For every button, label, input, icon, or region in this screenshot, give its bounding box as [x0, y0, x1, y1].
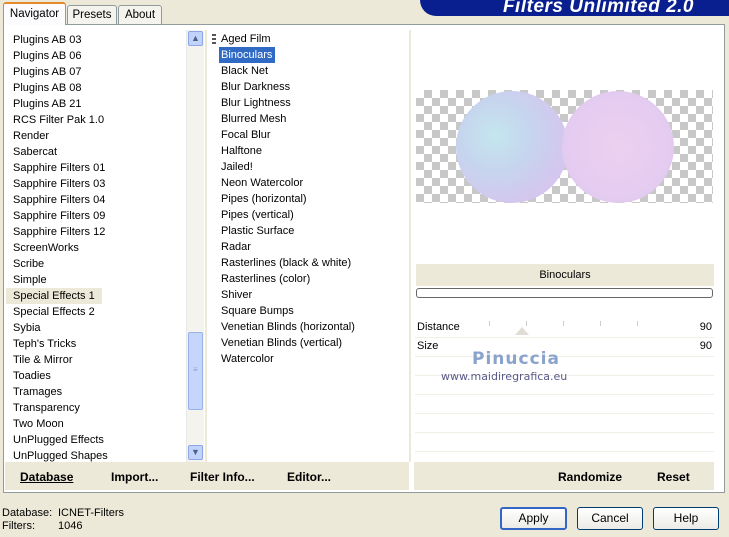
category-item[interactable]: Toadies: [6, 368, 186, 384]
param-row-size[interactable]: Size 90: [415, 338, 714, 357]
preview-filter-name: Binoculars: [416, 264, 714, 286]
filter-item[interactable]: Plastic Surface: [219, 223, 405, 239]
param-label: Size: [417, 340, 439, 352]
filter-item[interactable]: Rasterlines (black & white): [219, 255, 405, 271]
filter-item[interactable]: Square Bumps: [219, 303, 405, 319]
category-item[interactable]: Sapphire Filters 12: [6, 224, 186, 240]
slider-ticks: [489, 319, 638, 337]
filter-item[interactable]: Radar: [219, 239, 405, 255]
randomize-button[interactable]: Randomize: [558, 470, 622, 484]
param-value[interactable]: 90: [700, 340, 712, 352]
param-label: Distance: [417, 321, 460, 333]
grip-icon: ≡: [193, 365, 198, 374]
category-item[interactable]: UnPlugged Effects: [6, 432, 186, 448]
category-item[interactable]: Sapphire Filters 01: [6, 160, 186, 176]
tab-about[interactable]: About: [118, 5, 162, 24]
filter-item[interactable]: Pipes (vertical): [219, 207, 405, 223]
tab-presets[interactable]: Presets: [67, 5, 117, 24]
category-item[interactable]: Sapphire Filters 04: [6, 192, 186, 208]
category-item[interactable]: RCS Filter Pak 1.0: [6, 112, 186, 128]
category-item[interactable]: Teph's Tricks: [6, 336, 186, 352]
database-value: ICNET-Filters: [58, 507, 124, 519]
binocular-left-lens: [456, 91, 568, 203]
app-title: Filters Unlimited 2.0: [502, 0, 694, 17]
filter-item[interactable]: Focal Blur: [219, 127, 405, 143]
category-list[interactable]: Plugins AB 03 Plugins AB 06 Plugins AB 07 P…: [6, 32, 186, 464]
category-item[interactable]: Transparency: [6, 400, 186, 416]
watermark-url: www.maidiregrafica.eu: [441, 370, 568, 383]
filter-item[interactable]: Watercolor: [219, 351, 405, 367]
category-item[interactable]: ScreenWorks: [6, 240, 186, 256]
editor-button[interactable]: Editor...: [287, 470, 331, 484]
filter-item[interactable]: Venetian Blinds (horizontal): [219, 319, 405, 335]
reset-button[interactable]: Reset: [657, 470, 690, 484]
category-item[interactable]: Sapphire Filters 09: [6, 208, 186, 224]
slider-knob[interactable]: [515, 327, 529, 335]
filter-item[interactable]: Binoculars: [219, 47, 405, 63]
category-scrollbar[interactable]: ▲ ≡ ▼: [186, 30, 204, 462]
filter-item[interactable]: Aged Film: [219, 31, 405, 47]
filter-item[interactable]: Blurred Mesh: [219, 111, 405, 127]
param-row-distance[interactable]: Distance 90: [415, 319, 714, 338]
database-status: Database: ICNET-Filters: [2, 507, 124, 519]
progress-bar: [416, 288, 713, 298]
category-item[interactable]: Render: [6, 128, 186, 144]
filter-item[interactable]: Black Net: [219, 63, 405, 79]
filter-item[interactable]: Jailed!: [219, 159, 405, 175]
param-row-empty: [415, 395, 714, 414]
apply-button[interactable]: Apply: [500, 507, 567, 530]
category-item[interactable]: Plugins AB 06: [6, 48, 186, 64]
filters-status: Filters: 1046: [2, 520, 82, 532]
filter-item[interactable]: Venetian Blinds (vertical): [219, 335, 405, 351]
scroll-down-icon[interactable]: ▼: [188, 445, 203, 460]
scroll-thumb[interactable]: ≡: [188, 332, 203, 410]
category-item[interactable]: Special Effects 2: [6, 304, 186, 320]
scroll-up-icon[interactable]: ▲: [188, 31, 203, 46]
category-item[interactable]: Sabercat: [6, 144, 186, 160]
panel-divider: [205, 30, 207, 462]
filter-item[interactable]: Halftone: [219, 143, 405, 159]
parameter-panel: Distance 90 Size 90: [415, 319, 714, 471]
filter-item[interactable]: Blur Lightness: [219, 95, 405, 111]
category-item[interactable]: Plugins AB 08: [6, 80, 186, 96]
title-banner: Filters Unlimited 2.0: [420, 0, 729, 17]
filter-info-button[interactable]: Filter Info...: [190, 470, 255, 484]
panel-divider: [409, 30, 411, 462]
help-button[interactable]: Help: [653, 507, 719, 530]
drag-handle-icon: [212, 34, 216, 44]
category-item[interactable]: Plugins AB 07: [6, 64, 186, 80]
database-button[interactable]: Database: [20, 470, 73, 484]
tab-navigator[interactable]: Navigator: [3, 2, 66, 25]
database-label: Database:: [2, 507, 53, 519]
category-item[interactable]: Plugins AB 21: [6, 96, 186, 112]
preview-image: [416, 90, 713, 203]
param-row-empty: [415, 414, 714, 433]
filters-label: Filters:: [2, 520, 35, 532]
filter-item-label: Binoculars: [219, 47, 276, 63]
import-button[interactable]: Import...: [111, 470, 158, 484]
filter-item[interactable]: Rasterlines (color): [219, 271, 405, 287]
param-row-empty: [415, 433, 714, 452]
category-item[interactable]: Scribe: [6, 256, 186, 272]
watermark-name: Pinuccia: [472, 349, 560, 369]
filter-item[interactable]: Blur Darkness: [219, 79, 405, 95]
category-item[interactable]: Sapphire Filters 03: [6, 176, 186, 192]
param-value[interactable]: 90: [700, 321, 712, 333]
category-item[interactable]: Two Moon: [6, 416, 186, 432]
filter-item[interactable]: Shiver: [219, 287, 405, 303]
filters-count: 1046: [58, 520, 83, 532]
category-item[interactable]: Tramages: [6, 384, 186, 400]
cancel-button[interactable]: Cancel: [577, 507, 643, 530]
filter-item[interactable]: Neon Watercolor: [219, 175, 405, 191]
category-item[interactable]: Tile & Mirror: [6, 352, 186, 368]
binocular-right-lens: [562, 91, 674, 203]
category-item[interactable]: Simple: [6, 272, 186, 288]
category-item[interactable]: Special Effects 1: [6, 288, 102, 304]
category-item[interactable]: Plugins AB 03: [6, 32, 186, 48]
category-item[interactable]: Sybia: [6, 320, 186, 336]
filter-item[interactable]: Pipes (horizontal): [219, 191, 405, 207]
filter-list[interactable]: Aged Film Binoculars Black Net Blur Darknes…: [219, 31, 405, 367]
